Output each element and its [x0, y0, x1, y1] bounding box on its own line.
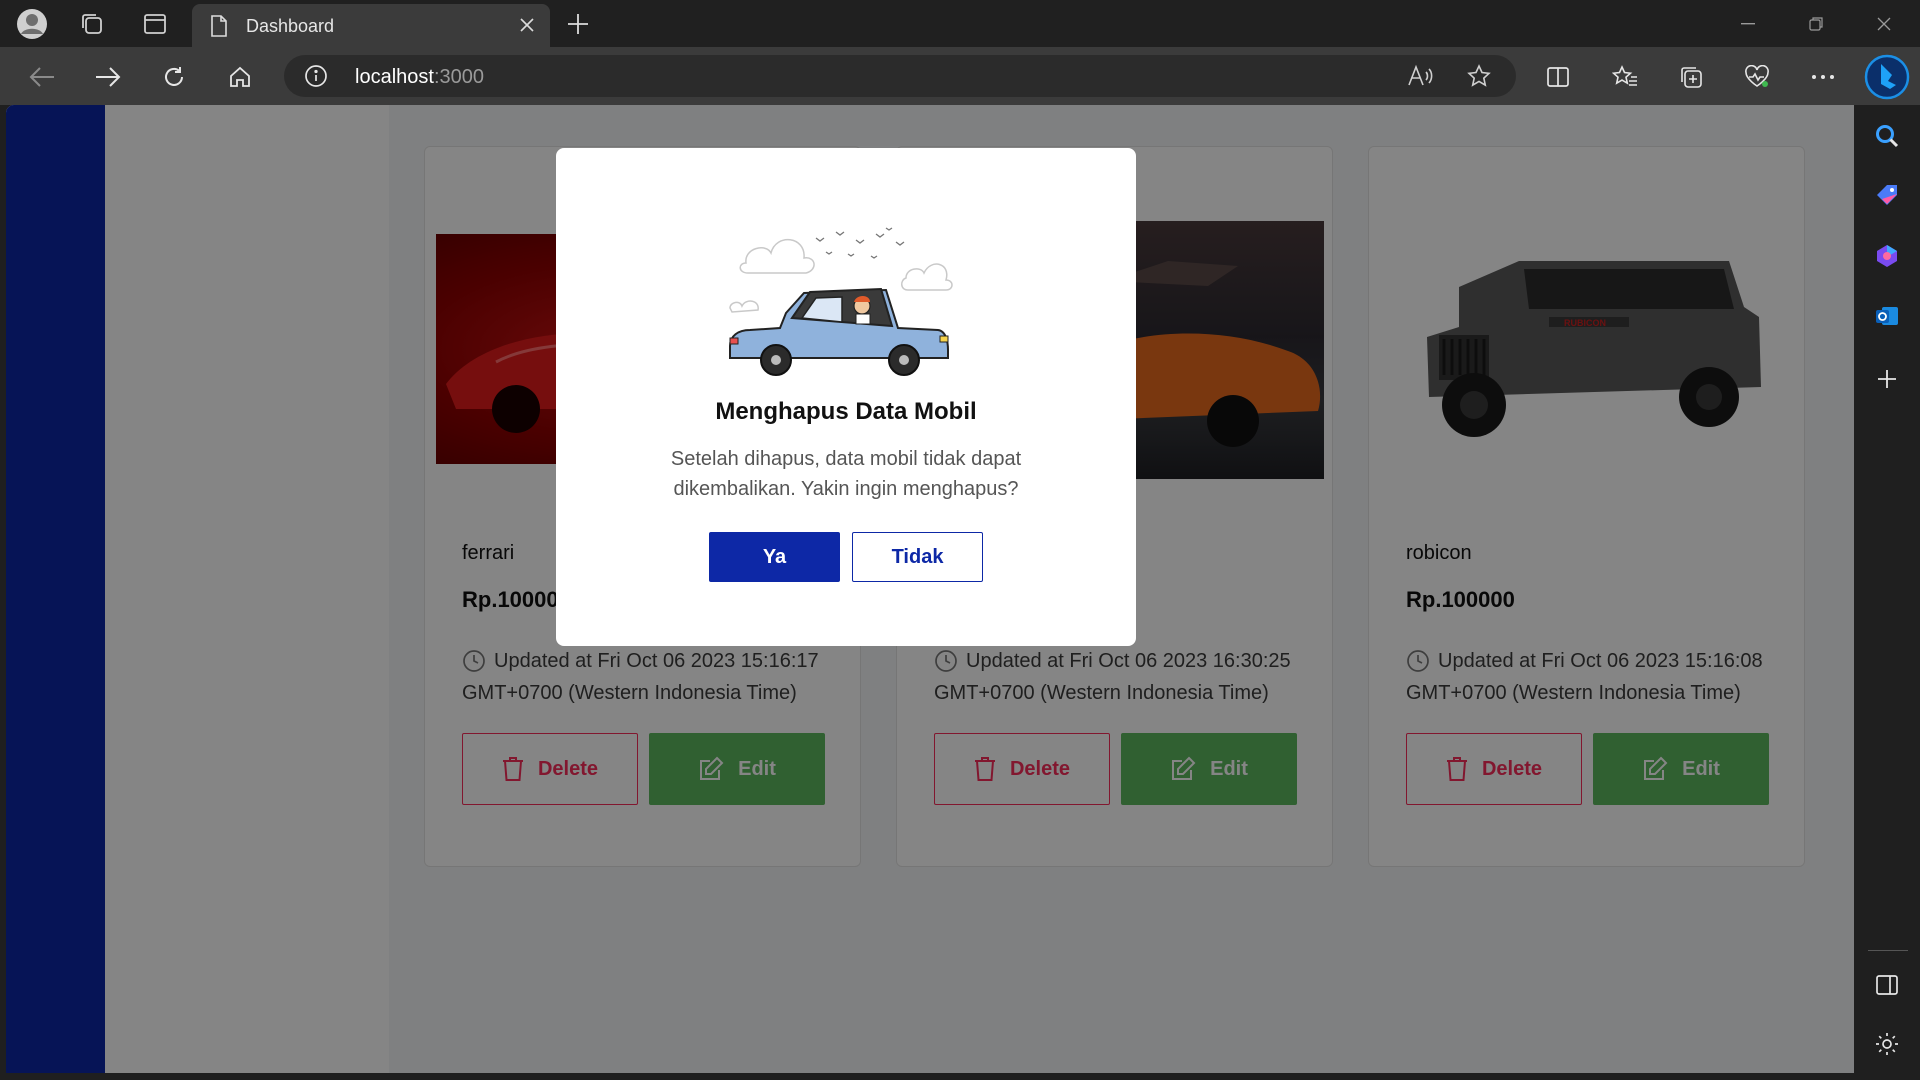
address-bar[interactable]: localhost:3000 — [284, 55, 1516, 97]
page-viewport: ferrari Rp.100000 Updated at Fri Oct 06 … — [6, 105, 1854, 1073]
add-sidebar-app-icon[interactable] — [1868, 360, 1906, 398]
favorite-star-icon[interactable] — [1462, 59, 1496, 93]
sidebar-divider — [1868, 950, 1908, 951]
collections-icon[interactable] — [1671, 57, 1711, 97]
bing-copilot-icon[interactable] — [1863, 53, 1911, 101]
read-aloud-icon[interactable] — [1403, 59, 1437, 93]
modal-message: Setelah dihapus, data mobil tidak dapat … — [670, 448, 1022, 500]
tab-dashboard[interactable]: Dashboard — [192, 4, 550, 47]
home-icon[interactable] — [220, 57, 260, 97]
modal-title: Menghapus Data Mobil — [715, 398, 977, 425]
close-tab-icon[interactable] — [514, 12, 540, 38]
split-screen-icon[interactable] — [1538, 57, 1578, 97]
new-tab-icon[interactable] — [560, 6, 596, 42]
sidebar-search-icon[interactable] — [1868, 117, 1906, 155]
minimize-icon[interactable] — [1714, 0, 1782, 47]
back-icon[interactable] — [22, 57, 62, 97]
delete-confirm-modal: Menghapus Data Mobil Setelah dihapus, da… — [556, 148, 1136, 646]
workspaces-icon[interactable] — [74, 6, 110, 42]
url-port: :3000 — [433, 66, 484, 88]
site-info-icon[interactable] — [304, 64, 328, 93]
refresh-icon[interactable] — [154, 57, 194, 97]
shopping-tag-icon[interactable] — [1868, 177, 1906, 215]
copilot-tools-icon[interactable] — [1868, 237, 1906, 275]
outlook-icon[interactable] — [1868, 297, 1906, 335]
restore-icon[interactable] — [1782, 0, 1850, 47]
browser-toolbar: localhost:3000 — [0, 47, 1920, 105]
document-icon — [210, 15, 228, 42]
sidebar-settings-icon[interactable] — [1868, 1025, 1906, 1063]
more-options-icon[interactable] — [1803, 57, 1843, 97]
forward-icon[interactable] — [88, 57, 128, 97]
favorites-icon[interactable] — [1605, 57, 1645, 97]
tab-title: Dashboard — [246, 16, 335, 36]
vertical-tabs-icon[interactable] — [137, 6, 173, 42]
url-text: localhost:3000 — [355, 66, 484, 89]
hide-sidebar-icon[interactable] — [1868, 966, 1906, 1004]
browser-titlebar: Dashboard — [0, 0, 1920, 47]
edge-sidebar — [1854, 105, 1920, 1080]
url-host: localhost — [355, 66, 434, 88]
cancel-delete-button[interactable]: Tidak — [852, 532, 983, 582]
close-window-icon[interactable] — [1850, 0, 1918, 47]
profile-avatar-icon[interactable] — [14, 6, 50, 42]
browser-essentials-icon[interactable] — [1737, 57, 1777, 97]
confirm-delete-button[interactable]: Ya — [709, 532, 840, 582]
car-driver-illustration — [726, 218, 966, 393]
